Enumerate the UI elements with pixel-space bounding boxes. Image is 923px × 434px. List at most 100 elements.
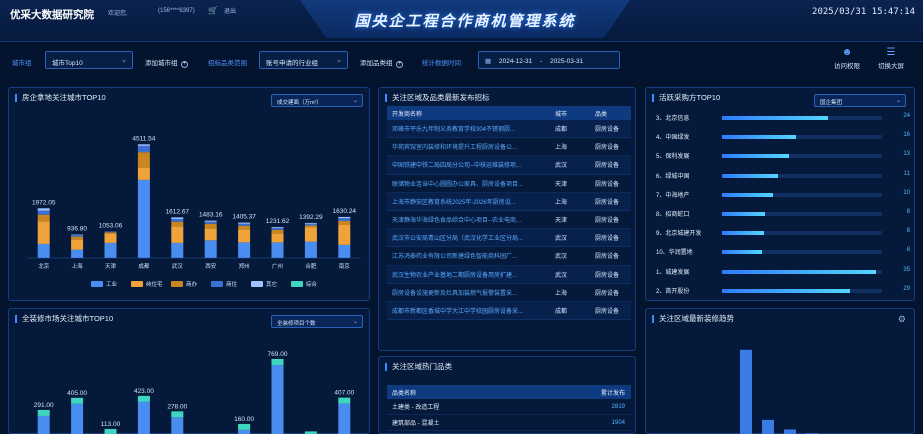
developer-link[interactable]: 厨房设备设施更新及灶具加装燃气报警装置采... xyxy=(387,288,555,297)
add-category-group-label: 添加品类组 xyxy=(360,60,393,67)
buyer-row[interactable]: 9、北京城建开发 8 xyxy=(656,228,910,240)
bar-segment-商住 xyxy=(137,145,150,153)
bar-total-label: 936.80 xyxy=(67,225,87,232)
developer-link[interactable]: 江苏鸿泰药业有限公司新建绿色智能商科园厂... xyxy=(387,251,555,260)
table-row[interactable]: 江苏鸿泰药业有限公司新建绿色智能商科园厂... 武汉 厨房设备 xyxy=(387,247,631,266)
x-tick-label: 广州 xyxy=(272,262,283,270)
add-city-group-button[interactable]: 添加城市组 + xyxy=(145,57,189,68)
buyer-count: 35 xyxy=(903,266,910,273)
app-logo: 优采大数据研究院 xyxy=(10,9,94,21)
developer-link[interactable]: 上海市静安区教育系统2025年-2026年厨房设... xyxy=(387,197,555,206)
chevron-down-icon: ⌄ xyxy=(121,57,127,64)
bar-segment-商办 xyxy=(304,225,317,228)
buyer-row[interactable]: 1、城建发展 35 xyxy=(656,267,910,279)
buyer-progress-track xyxy=(722,135,882,140)
table-row[interactable]: 天津静海华海绿色食品综合中心项目--农业电商... 天津 厨房设备 xyxy=(387,211,631,230)
bar-segment-纯住宅 xyxy=(338,224,351,245)
developer-link[interactable]: 中国铁建中铁二局四局分公司--中核运维装修项... xyxy=(387,160,555,169)
table-row[interactable]: 厨房设备设施更新及灶具加装燃气报警装置采... 上海 厨房设备 xyxy=(387,284,631,302)
legend-swatch[interactable] xyxy=(291,281,303,287)
developer-link[interactable]: 天津静海华海绿色食品综合中心项目--农业电商... xyxy=(387,215,555,224)
bar-segment-纯住宅 xyxy=(271,233,284,243)
city-group-select[interactable]: 城市Top10 ⌄ xyxy=(45,51,133,69)
legend-swatch[interactable] xyxy=(91,281,103,287)
legend-label[interactable]: 商住 xyxy=(226,280,238,288)
legend-label[interactable]: 商办 xyxy=(186,280,198,288)
exit-button[interactable]: 🛒 退出 xyxy=(208,6,236,15)
hot-categories-panel: 关注区域热门品类 品类名称 累计发布 土建类 - 改造工程 2819 建筑部品 - … xyxy=(378,356,636,434)
bar-segment-纯住宅 xyxy=(137,167,150,180)
buyer-row[interactable]: 10、华润置地 8 xyxy=(656,247,910,259)
legend-swatch[interactable] xyxy=(211,281,223,287)
table-row[interactable]: 联储物业连当中心圆圆办公家具、厨房设备项目... 天津 厨房设备 xyxy=(387,175,631,193)
bar-segment-其它 xyxy=(271,226,284,228)
buyer-row[interactable]: 6、绿城中国 11 xyxy=(656,171,910,183)
bids-table: 开发商名称 城市 品类 邓峰市平乐九年制义务教育学校304不锈钢厨... 成都 厨房… xyxy=(387,106,631,321)
legend-label[interactable]: 综合 xyxy=(306,280,318,288)
bar-segment-其它 xyxy=(238,222,251,224)
bar-total-label: 1392.29 xyxy=(299,214,323,221)
date-range-picker[interactable]: ▦ 2024-12-31 - 2025-03-31 xyxy=(478,51,620,69)
developer-link[interactable]: 武汉市公安局青山区分局（武汉化学工业区分局... xyxy=(387,233,555,242)
table-row[interactable]: 中国铁建中铁二局四局分公司--中核运维装修项... 武汉 厨房设备 xyxy=(387,156,631,175)
city-cell: 天津 xyxy=(555,218,568,225)
buyer-name: 8、招商蛇口 xyxy=(656,212,690,218)
buyer-progress-track xyxy=(722,154,882,159)
renovation-bar-chart: 291.00 405.00 113.00 423.00 278.00 160.00 769.… xyxy=(34,351,355,434)
bar-total-label: 1053.06 xyxy=(99,222,123,229)
x-tick-label: 南京 xyxy=(339,262,351,270)
legend-label[interactable]: 工业 xyxy=(106,280,118,288)
bar-segment-商办 xyxy=(37,214,50,222)
developer-link[interactable]: 武汉生物农业产业基地二期厨房设备用房扩建... xyxy=(387,270,555,279)
buyer-type-select[interactable]: 国企集团 ⌄ xyxy=(814,94,906,107)
bar-segment-商住 xyxy=(204,221,217,224)
buyer-name: 7、中海地产 xyxy=(656,192,690,199)
bar-segment-商办 xyxy=(204,223,217,229)
switch-screen-button[interactable]: ☰ 切换大屏 xyxy=(878,47,904,70)
bid-scope-value: 账号申请的行业组 xyxy=(266,60,318,67)
developer-link[interactable]: 联储物业连当中心圆圆办公家具、厨房设备项目... xyxy=(387,179,555,188)
buyer-progress-track xyxy=(722,231,882,236)
buyer-count: 24 xyxy=(903,113,910,119)
legend-swatch[interactable] xyxy=(131,281,143,287)
buyer-row[interactable]: 5、保利发展 13 xyxy=(656,151,910,163)
visit-permission-button[interactable]: ☻ 访问权限 xyxy=(834,47,860,70)
user-phone: (156****6397) xyxy=(158,8,195,14)
buyer-name: 10、华润置地 xyxy=(656,250,693,257)
city-cell: 上海 xyxy=(555,145,568,152)
city-cell: 上海 xyxy=(555,290,568,297)
x-tick-label: 上海 xyxy=(72,262,84,270)
bid-scope-select[interactable]: 账号申请的行业组 ⌄ xyxy=(259,51,348,69)
buyer-row[interactable]: 3、北京信息 24 xyxy=(656,113,910,125)
buyer-progress-track xyxy=(722,173,882,178)
legend-label[interactable]: 纯住宅 xyxy=(146,280,163,288)
bar-segment-工业 xyxy=(304,241,317,258)
table-row[interactable]: 武汉生物农业产业基地二期厨房设备用房扩建... 武汉 厨房设备 xyxy=(387,265,631,284)
add-category-group-button[interactable]: 添加品类组 + xyxy=(360,57,404,68)
panel-title: 房企拿地关注城市TOP10 xyxy=(15,94,106,102)
legend-swatch[interactable] xyxy=(171,281,183,287)
buyer-row[interactable]: 4、中国绿发 16 xyxy=(656,132,910,144)
bar-segment-纯住宅 xyxy=(238,229,251,243)
buyer-count: 8 xyxy=(906,247,910,254)
table-row[interactable]: 华苑宾馆室内装修和环境提升工程厨房设备公... 上海 厨房设备 xyxy=(387,138,631,157)
table-row[interactable]: 上海市静安区教育系统2025年-2026年厨房设... 上海 厨房设备 xyxy=(387,192,631,211)
city-cell: 成都 xyxy=(555,308,568,315)
bar-segment-其它 xyxy=(204,220,217,222)
developer-link[interactable]: 成都市新都区香城中学大江中学校园厨房设备采... xyxy=(387,306,555,315)
legend-swatch[interactable] xyxy=(251,281,263,287)
buyer-row[interactable]: 2、首开股份 29 xyxy=(656,286,910,298)
table-row[interactable]: 成都市新都区香城中学大江中学校园厨房设备采... 成都 厨房设备 xyxy=(387,301,631,321)
developer-link[interactable]: 邓峰市平乐九年制义务教育学校304不锈钢厨... xyxy=(387,124,555,133)
legend-label[interactable]: 其它 xyxy=(266,280,277,288)
buyer-row[interactable]: 8、招商蛇口 8 xyxy=(656,209,910,221)
developer-link[interactable]: 华苑宾馆室内装修和环境提升工程厨房设备公... xyxy=(387,142,555,151)
buyer-name: 1、城建发展 xyxy=(656,269,690,276)
buyer-row[interactable]: 7、中海地产 10 xyxy=(656,190,910,202)
panel-title: 活跃采购方TOP10 xyxy=(652,94,720,102)
bar-total-label: 769.00 xyxy=(268,351,288,358)
bar-total-label: 160.00 xyxy=(234,416,254,423)
buyer-count: 10 xyxy=(903,189,910,196)
table-row[interactable]: 武汉市公安局青山区分局（武汉化学工业区分局... 武汉 厨房设备 xyxy=(387,229,631,248)
table-row[interactable]: 邓峰市平乐九年制义务教育学校304不锈钢厨... 成都 厨房设备 xyxy=(387,120,631,139)
